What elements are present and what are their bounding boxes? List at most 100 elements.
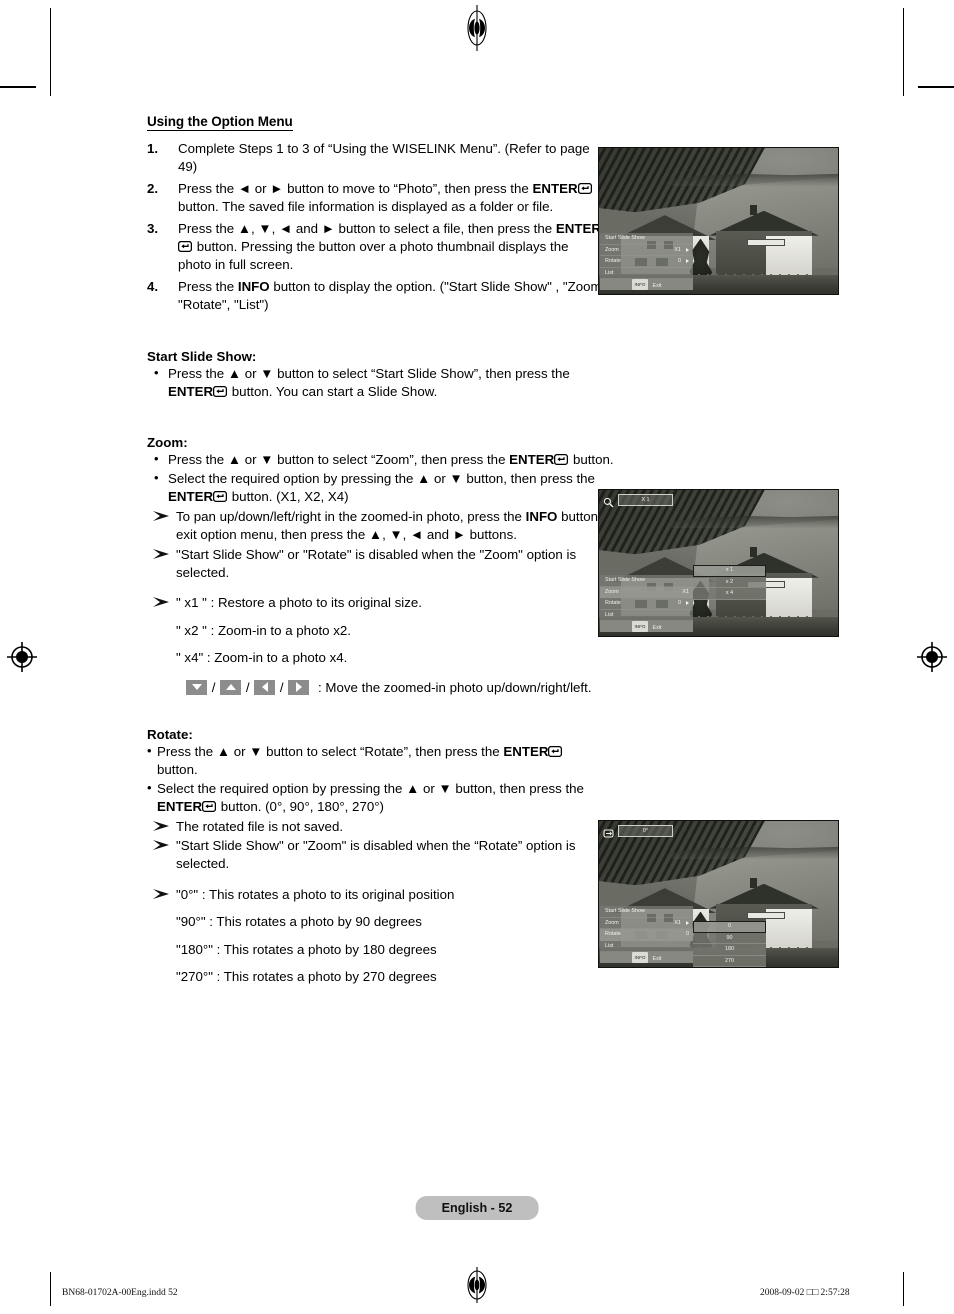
osd-item-start-slide-show[interactable]: Start Slide Show <box>600 906 693 918</box>
bullet-text-tail: button. You can start a Slide Show. <box>228 384 438 400</box>
osd-item-list[interactable]: List <box>600 610 693 621</box>
bullet-text: Select the required option by pressing t… <box>157 780 584 796</box>
chevron-right-icon <box>686 247 689 252</box>
enter-key-icon <box>213 386 228 398</box>
osd-item-rotate[interactable]: Rotate 0 <box>600 256 693 268</box>
rotate-option-180[interactable]: 180 <box>693 944 766 956</box>
info-key-badge: INFO <box>631 952 649 963</box>
zoom-option-x4[interactable]: x 4 <box>693 588 766 600</box>
zoom-heading: Zoom: <box>147 435 188 451</box>
photo-chimney <box>749 204 757 216</box>
arrow-up-key-icon <box>220 679 242 695</box>
osd-item-label: Rotate <box>605 600 621 606</box>
osd-item-label: Start Slide Show <box>605 235 645 241</box>
arrow-right-key-icon <box>288 679 310 695</box>
enter-label: ENTER <box>503 743 549 759</box>
note-text: " x1 " : Restore a photo to its original… <box>176 595 422 611</box>
tv-screenshot-option-menu: Start Slide Show Zoom X1 Rotate 0 List I… <box>598 147 839 295</box>
bullet-text: Press the ▲ or ▼ button to select “Rotat… <box>157 743 504 759</box>
zoom-submenu[interactable]: x 1 x 2 x 4 <box>693 565 766 600</box>
step-number: 1. <box>147 141 159 156</box>
osd-item-zoom[interactable]: Zoom X1 <box>600 586 693 598</box>
info-key-badge: INFO <box>631 279 649 290</box>
enter-key-icon <box>548 745 563 757</box>
bullet-dot: • <box>147 742 152 758</box>
osd-item-label: List <box>605 269 614 276</box>
step-text: Press the <box>178 278 238 294</box>
bullet-item: • Press the ▲ or ▼ button to select “Zoo… <box>147 451 618 469</box>
photo-house-sign <box>747 238 786 247</box>
photo-chimney <box>749 877 757 889</box>
arrow-down-key-icon <box>186 679 207 695</box>
note-text: The rotated file is not saved. <box>176 818 344 834</box>
note-item: "Start Slide Show" or "Zoom" is disabled… <box>147 837 616 874</box>
instructions-column: 1. Complete Steps 1 to 3 of “Using the W… <box>147 140 610 315</box>
osd-item-label: Rotate <box>605 931 621 937</box>
numbered-steps-list: 1. Complete Steps 1 to 3 of “Using the W… <box>147 140 610 315</box>
osd-option-menu[interactable]: Start Slide Show Zoom X1 Rotate 0 List I… <box>600 906 693 963</box>
rotate-270-line: "270°" : This rotates a photo by 270 deg… <box>176 969 437 984</box>
bullet-text-tail: button. <box>569 452 614 468</box>
enter-label: ENTER <box>157 799 203 815</box>
osd-option-menu[interactable]: Start Slide Show Zoom X1 Rotate 0 List I… <box>600 233 693 290</box>
osd-item-label: Zoom <box>605 246 619 253</box>
tv-screenshot-rotate-menu: 0° Start Slide Show Zoom X1 Rotate 0 Lis… <box>598 820 839 968</box>
osd-footer-label: Exit <box>652 625 662 631</box>
bullet-text-tail: button. (0°, 90°, 180°, 270°) <box>217 799 384 815</box>
osd-item-label: Start Slide Show <box>605 577 645 583</box>
enter-key-icon <box>202 801 217 813</box>
note-arrow-icon <box>152 509 171 523</box>
start-slide-show-section: Start Slide Show: • Press the ▲ or ▼ but… <box>147 349 602 402</box>
osd-item-rotate[interactable]: Rotate 0 <box>600 929 693 941</box>
osd-item-start-slide-show[interactable]: Start Slide Show <box>600 233 693 245</box>
osd-item-zoom[interactable]: Zoom X1 <box>600 245 693 256</box>
step-number: 2. <box>147 180 159 196</box>
zoom-level-indicator: X 1 <box>603 494 673 507</box>
enter-label: ENTER <box>555 220 601 236</box>
chevron-right-icon <box>686 259 689 263</box>
manual-page: Using the Option Menu 1. Complete Steps … <box>0 0 954 1314</box>
bullet-dot: • <box>154 364 159 380</box>
step-text: Press the ◄ or ► button to move to “Phot… <box>178 180 533 196</box>
osd-footer: INFO Exit <box>600 279 693 290</box>
bullet-dot: • <box>154 469 159 485</box>
bullet-item: • Select the required option by pressing… <box>147 780 617 817</box>
osd-item-list[interactable]: List <box>600 268 693 279</box>
osd-item-value: 0 <box>686 931 689 937</box>
zoom-option-x1[interactable]: x 1 <box>693 565 766 577</box>
osd-item-rotate[interactable]: Rotate 0 <box>600 598 693 610</box>
osd-item-value: X1 <box>674 919 681 926</box>
osd-item-start-slide-show[interactable]: Start Slide Show <box>600 575 693 587</box>
enter-label: ENTER <box>532 180 578 196</box>
note-arrow-icon <box>152 819 171 833</box>
enter-key-icon <box>213 491 228 503</box>
note-item: "Start Slide Show" or "Rotate" is disabl… <box>147 546 606 583</box>
osd-item-zoom[interactable]: Zoom X1 <box>600 918 693 929</box>
start-slide-show-bullets: • Press the ▲ or ▼ button to select “Sta… <box>147 365 602 402</box>
rotate-submenu[interactable]: 0 90 180 270 <box>693 921 766 967</box>
osd-item-label: Start Slide Show <box>605 908 645 914</box>
rotate-heading: Rotate: <box>147 726 193 742</box>
bullet-dot: • <box>147 779 152 795</box>
note-arrow-icon <box>152 547 171 561</box>
step-text: Complete Steps 1 to 3 of “Using the WISE… <box>178 141 590 175</box>
rotate-option-90[interactable]: 90 <box>693 932 766 944</box>
step-text-tail: button. The saved file information is di… <box>178 199 554 215</box>
osd-item-list[interactable]: List <box>600 941 693 952</box>
page-title: Using the Option Menu <box>147 114 293 131</box>
rotate-angle-value: 0° <box>618 825 673 837</box>
pan-description: : Move the zoomed-in photo up/down/right… <box>318 679 592 695</box>
bullet-text: Select the required option by pressing t… <box>168 470 595 486</box>
enter-label: ENTER <box>509 452 555 468</box>
osd-item-value: 0 <box>678 258 681 264</box>
bullet-text: Press the ▲ or ▼ button to select “Start… <box>168 365 570 381</box>
osd-footer-label: Exit <box>652 956 662 962</box>
rotate-option-270[interactable]: 270 <box>693 955 766 967</box>
step-text-tail: button. Pressing the button over a photo… <box>178 239 569 273</box>
bullet-text-tail: button. <box>157 762 198 778</box>
rotate-option-0[interactable]: 0 <box>693 921 766 933</box>
zoom-option-x2[interactable]: x 2 <box>693 576 766 588</box>
chevron-right-icon <box>686 601 689 605</box>
note-text: "Start Slide Show" or "Rotate" is disabl… <box>176 546 577 580</box>
osd-option-menu[interactable]: Start Slide Show Zoom X1 Rotate 0 List I… <box>600 575 693 632</box>
